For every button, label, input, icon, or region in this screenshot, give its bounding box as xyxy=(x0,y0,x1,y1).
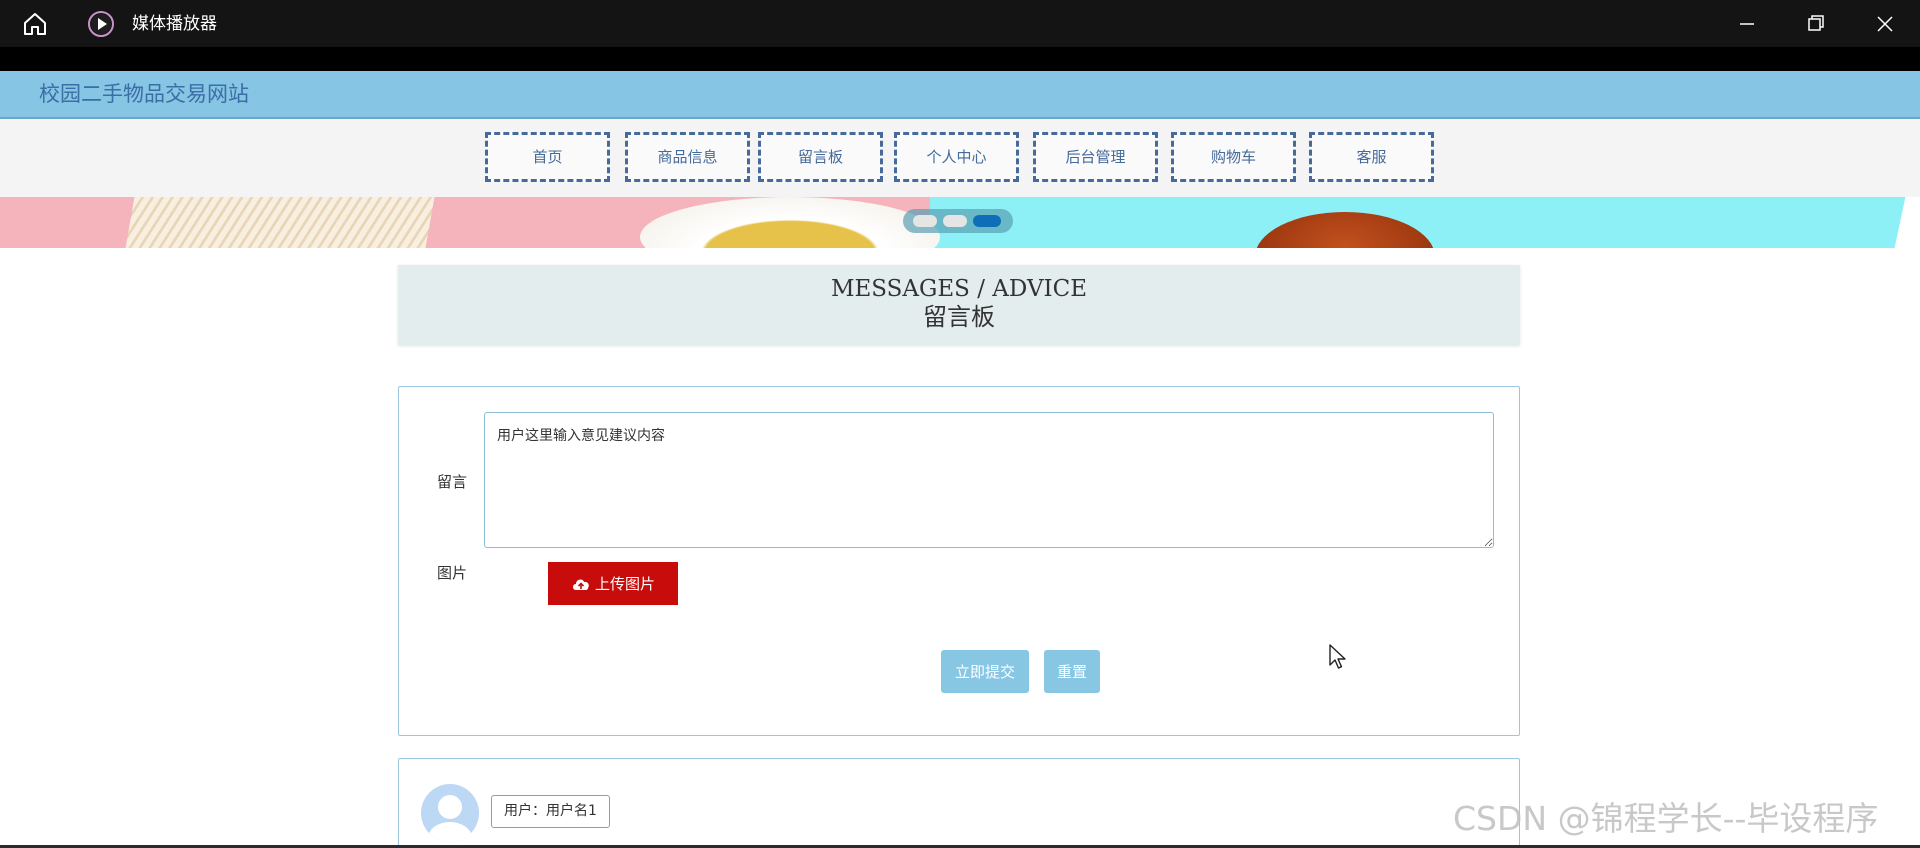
avatar-icon xyxy=(421,784,479,842)
window-title: 媒体播放器 xyxy=(132,14,217,34)
mouse-cursor-icon xyxy=(1329,644,1346,669)
site-title[interactable]: 校园二手物品交易网站 xyxy=(39,79,249,109)
toolbar-band xyxy=(0,47,1920,71)
image-label: 图片 xyxy=(437,564,468,582)
comment-item: 用户：用户名1 xyxy=(398,758,1520,848)
message-board-heading: MESSAGES / ADVICE 留言板 xyxy=(398,265,1520,345)
banner-decoration xyxy=(125,197,435,248)
main-nav: 首页 商品信息 留言板 个人中心 后台管理 购物车 客服 xyxy=(0,119,1920,197)
restore-icon[interactable] xyxy=(1800,10,1830,38)
nav-item-home[interactable]: 首页 xyxy=(485,132,610,182)
window-titlebar: 媒体播放器 xyxy=(0,0,1920,47)
nav-item-admin[interactable]: 后台管理 xyxy=(1033,132,1158,182)
carousel-dot[interactable] xyxy=(943,215,967,227)
media-player-icon xyxy=(88,11,114,37)
banner-carousel xyxy=(0,197,1920,248)
upload-image-button[interactable]: 上传图片 xyxy=(548,562,678,605)
close-icon[interactable] xyxy=(1870,10,1900,38)
banner-wood-image xyxy=(1255,212,1435,248)
upload-image-label: 上传图片 xyxy=(594,575,655,593)
banner-edge xyxy=(1894,197,1920,248)
home-icon[interactable] xyxy=(20,10,50,38)
heading-english: MESSAGES / ADVICE xyxy=(830,276,1088,302)
watermark-text: CSDN @锦程学长--毕设程序 xyxy=(1453,799,1879,838)
message-textarea[interactable] xyxy=(484,412,1494,548)
nav-item-cart[interactable]: 购物车 xyxy=(1171,132,1296,182)
carousel-indicators xyxy=(903,209,1013,233)
site-header: 校园二手物品交易网站 xyxy=(0,71,1920,119)
minimize-icon[interactable] xyxy=(1732,10,1762,38)
nav-item-message-board[interactable]: 留言板 xyxy=(758,132,883,182)
message-form: 留言 图片 上传图片 立即提交 重置 xyxy=(398,386,1520,736)
message-label: 留言 xyxy=(437,473,468,491)
carousel-dot-active[interactable] xyxy=(973,215,1001,227)
comment-username: 用户：用户名1 xyxy=(491,795,610,828)
heading-chinese: 留言板 xyxy=(923,303,995,331)
reset-button[interactable]: 重置 xyxy=(1044,650,1100,693)
cloud-upload-icon xyxy=(572,579,589,590)
nav-item-personal-center[interactable]: 个人中心 xyxy=(894,132,1019,182)
nav-item-customer-service[interactable]: 客服 xyxy=(1309,132,1434,182)
carousel-dot[interactable] xyxy=(913,215,937,227)
submit-button[interactable]: 立即提交 xyxy=(941,650,1029,693)
nav-item-products[interactable]: 商品信息 xyxy=(625,132,750,182)
